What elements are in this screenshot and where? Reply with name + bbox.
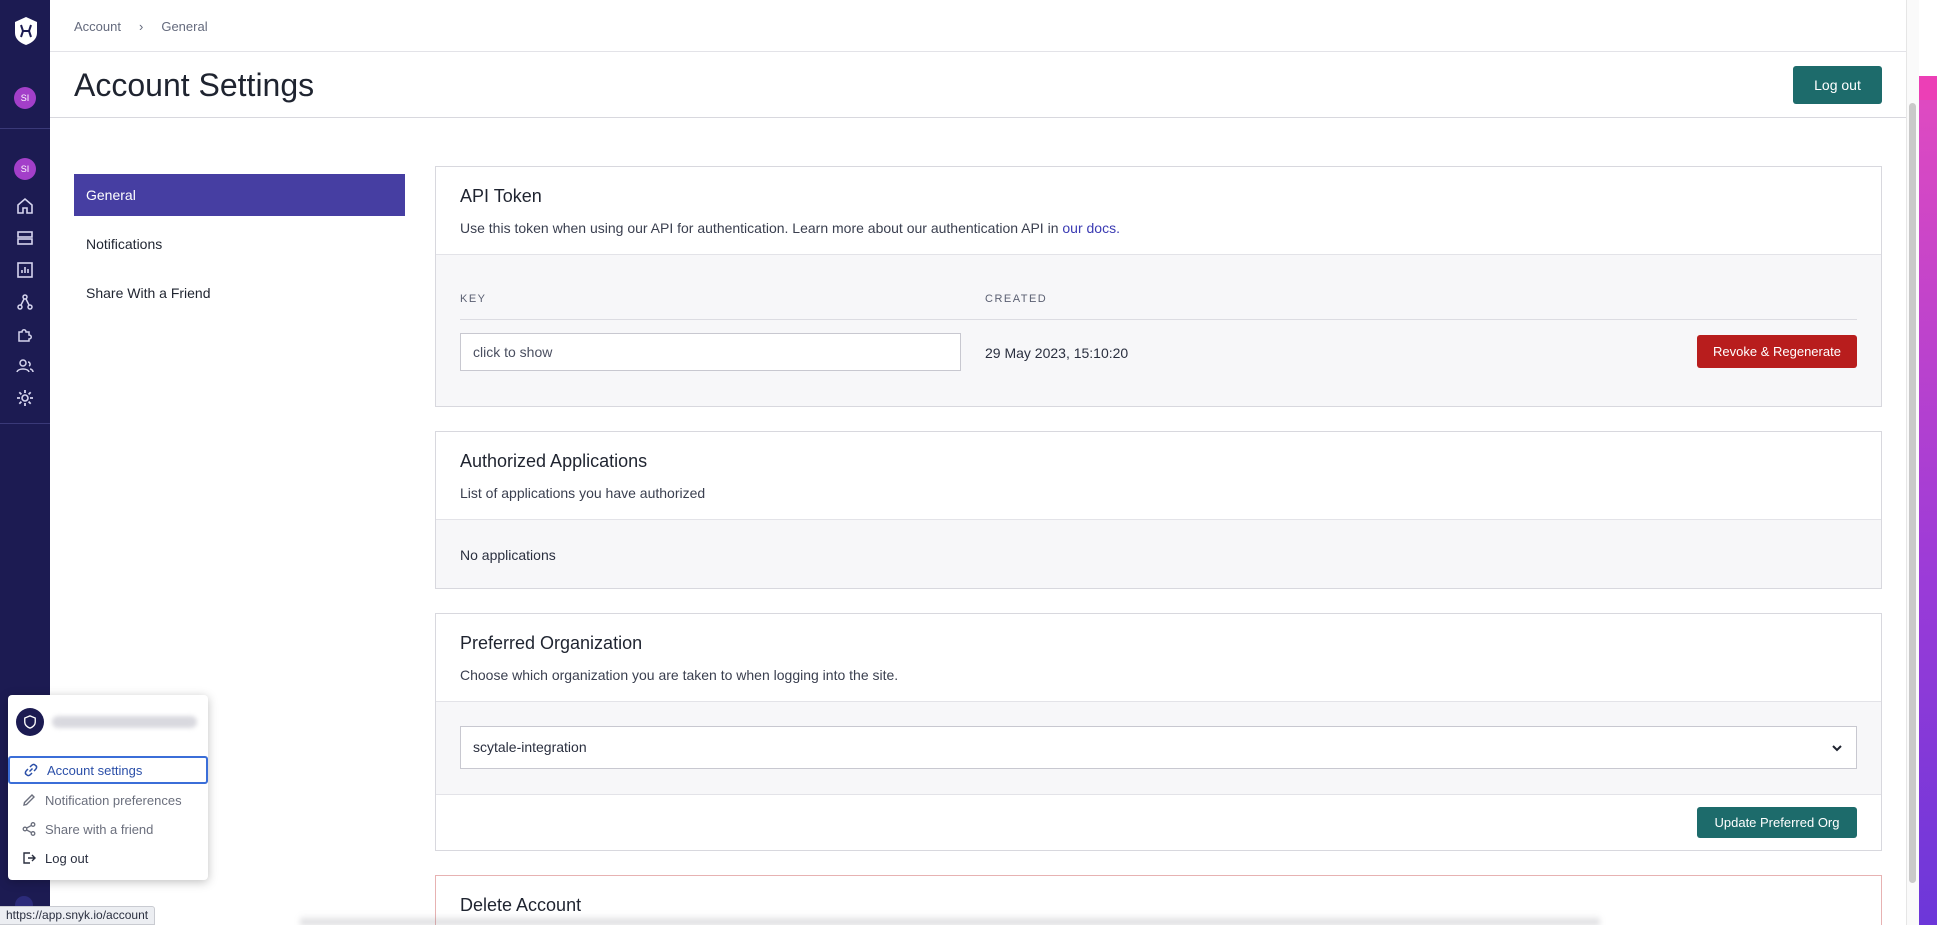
shield-icon: [16, 708, 44, 736]
authorized-apps-title: Authorized Applications: [460, 451, 648, 471]
integrations-icon[interactable]: [15, 324, 35, 344]
settings-nav: General Notifications Share With a Frien…: [74, 174, 405, 321]
projects-icon[interactable]: [15, 228, 35, 248]
preferred-org-body: scytale-integration: [436, 701, 1881, 794]
menu-log-out[interactable]: Log out: [8, 844, 208, 872]
created-timestamp: 29 May 2023, 15:10:20: [985, 345, 1129, 361]
user-menu-popup: Account settings Notification preference…: [8, 695, 208, 880]
key-column-header: KEY: [460, 293, 487, 305]
api-token-desc-suffix: .: [1116, 220, 1120, 236]
reports-icon[interactable]: [15, 260, 35, 280]
members-icon[interactable]: [15, 356, 35, 376]
no-applications-text: No applications: [460, 547, 556, 563]
api-token-body: KEY CREATED click to show 29 May 2023, 1…: [436, 254, 1881, 406]
settings-nav-item-share[interactable]: Share With a Friend: [74, 272, 405, 314]
breadcrumb-account-link[interactable]: Account: [74, 19, 121, 34]
breadcrumb-chevron-icon: ›: [138, 19, 144, 34]
authorized-apps-description: List of applications you have authorized: [460, 485, 706, 501]
preferred-org-footer: Update Preferred Org: [436, 794, 1881, 850]
preferred-org-description: Choose which organization you are taken …: [460, 667, 899, 683]
settings-nav-item-notifications[interactable]: Notifications: [74, 223, 405, 265]
api-token-desc-text: Use this token when using our API for au…: [460, 220, 1063, 236]
home-icon[interactable]: [15, 196, 35, 216]
rail-divider: [0, 128, 50, 129]
org-avatar[interactable]: SI: [14, 158, 36, 180]
created-column-header: CREATED: [985, 293, 1048, 305]
scrollbar-thumb[interactable]: [1909, 103, 1916, 883]
status-bar-url: https://app.snyk.io/account: [0, 906, 156, 925]
avatar-initials: SI: [20, 93, 30, 103]
settings-nav-item-general[interactable]: General: [74, 174, 405, 216]
logout-icon: [23, 852, 36, 864]
update-preferred-org-button[interactable]: Update Preferred Org: [1697, 807, 1857, 838]
menu-notification-preferences[interactable]: Notification preferences: [8, 786, 208, 814]
menu-notification-preferences-label: Notification preferences: [45, 792, 182, 808]
table-divider: [460, 319, 1857, 320]
org-select-value: scytale-integration: [473, 739, 587, 755]
pencil-icon: [23, 794, 35, 806]
bottom-shadow: [300, 915, 1600, 925]
breadcrumb: Account › General: [74, 19, 208, 34]
dependencies-icon[interactable]: [15, 292, 35, 312]
api-key-field[interactable]: click to show: [460, 333, 961, 371]
blurred-user-email: [52, 716, 197, 728]
menu-share-with-friend[interactable]: Share with a friend: [8, 815, 208, 843]
avatar[interactable]: SI: [14, 87, 36, 109]
settings-gear-icon[interactable]: [15, 388, 35, 408]
authorized-apps-card: Authorized Applications List of applicat…: [435, 431, 1882, 589]
adjacent-window-edge-top: [1919, 76, 1937, 100]
api-token-card: API Token Use this token when using our …: [435, 166, 1882, 407]
menu-share-with-friend-label: Share with a friend: [45, 821, 154, 837]
revoke-regenerate-button[interactable]: Revoke & Regenerate: [1697, 335, 1857, 368]
org-select[interactable]: scytale-integration: [460, 726, 1857, 769]
menu-account-settings[interactable]: Account settings: [8, 756, 208, 784]
snyk-logo-icon[interactable]: [13, 16, 39, 46]
breadcrumb-divider: [50, 51, 1906, 52]
preferred-org-card: Preferred Organization Choose which orga…: [435, 613, 1882, 851]
user-menu-header: [16, 708, 197, 736]
authorized-apps-body: No applications: [436, 519, 1881, 588]
share-icon: [22, 822, 36, 836]
rail-divider-2: [0, 423, 50, 424]
link-icon: [24, 763, 38, 777]
breadcrumb-current: General: [161, 19, 208, 34]
chevron-down-icon: [1832, 745, 1842, 752]
preferred-org-title: Preferred Organization: [460, 633, 643, 653]
adjacent-window-edge: [1919, 76, 1937, 925]
org-avatar-initials: SI: [20, 164, 30, 174]
api-token-description: Use this token when using our API for au…: [460, 220, 1857, 236]
menu-account-settings-label: Account settings: [47, 762, 143, 778]
page-title: Account Settings: [74, 67, 315, 103]
api-token-title: API Token: [460, 186, 542, 206]
page-header: Account › General Account Settings Log o…: [50, 0, 1906, 118]
delete-account-title: Delete Account: [460, 895, 582, 915]
logout-button[interactable]: Log out: [1793, 66, 1882, 104]
menu-log-out-label: Log out: [45, 850, 89, 866]
docs-link[interactable]: our docs: [1062, 220, 1116, 236]
